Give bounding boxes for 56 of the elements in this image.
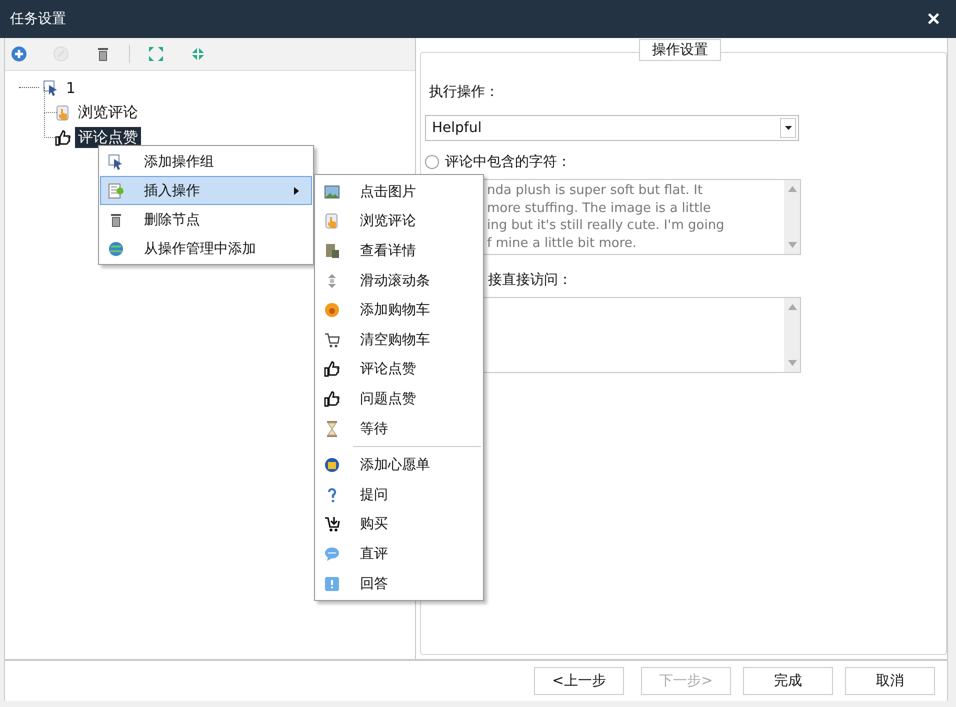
- thumbs-up-icon: [324, 361, 340, 378]
- radio-label: 接直接访问：: [488, 271, 572, 289]
- cart-icon: [324, 332, 340, 348]
- scroll-bar[interactable]: [784, 298, 800, 372]
- hand-icon: [324, 213, 340, 230]
- menu-item[interactable]: 插入操作: [100, 176, 312, 205]
- menu-item[interactable]: 评论点赞: [316, 354, 482, 384]
- document-icon: [324, 242, 340, 259]
- answer-icon: [324, 576, 340, 592]
- menu-item[interactable]: 从操作管理中添加: [100, 234, 312, 263]
- submenu-arrow-icon: [294, 186, 299, 194]
- menu-item[interactable]: 提问: [316, 480, 482, 510]
- menu-item[interactable]: 购买: [316, 510, 482, 540]
- globe-icon: [108, 240, 124, 256]
- menu-item[interactable]: 删除节点: [100, 205, 312, 234]
- thumbs-up-icon: [324, 390, 340, 407]
- tree-node[interactable]: 评论点赞: [75, 127, 141, 148]
- trash-icon[interactable]: [95, 46, 111, 62]
- pointer-icon: [43, 80, 59, 96]
- trash-icon: [108, 212, 124, 228]
- menu-item[interactable]: 清空购物车: [316, 324, 482, 355]
- menu-item[interactable]: 滑动滚动条: [316, 266, 482, 296]
- menu-item[interactable]: 添加购物车: [316, 295, 482, 325]
- wizard-button[interactable]: <上一步: [534, 667, 624, 695]
- text-area-content: nda plush is super soft but flat. It more stuffing. The image is a little ing but it's still really cute. I'm going f mine a little bit more.: [486, 182, 726, 252]
- menu-item[interactable]: 直评: [316, 539, 482, 569]
- expand-icon[interactable]: [148, 46, 164, 62]
- menu-item[interactable]: 添加心愿单: [316, 450, 482, 480]
- tree-node[interactable]: 1: [63, 78, 79, 98]
- hand-icon: [55, 104, 71, 120]
- menu-item[interactable]: 添加操作组: [100, 147, 312, 176]
- wizard-button[interactable]: 取消: [845, 667, 935, 695]
- field-label: 执行操作：: [428, 83, 500, 102]
- action-dropdown[interactable]: Helpful: [425, 115, 799, 141]
- close-button[interactable]: ×: [923, 8, 944, 30]
- group-title: 操作设置: [639, 39, 721, 61]
- menu-item[interactable]: 问题点赞: [316, 384, 482, 414]
- wishlist-icon: [324, 457, 340, 474]
- collapse-icon[interactable]: [190, 46, 206, 62]
- insert-icon: [108, 182, 124, 198]
- ball-icon: [324, 302, 340, 318]
- tree-node[interactable]: 浏览评论: [75, 102, 141, 123]
- radio-label: 评论中包含的字符：: [445, 153, 571, 171]
- add-icon[interactable]: [11, 46, 27, 62]
- pointer-icon: [108, 154, 124, 170]
- window-title: 任务设置: [10, 10, 66, 28]
- thumbs-up-icon: [55, 130, 71, 146]
- speech-bubble-icon: [324, 546, 340, 562]
- wizard-button[interactable]: 完成: [743, 667, 833, 695]
- scroll-bar[interactable]: [784, 180, 800, 254]
- hourglass-icon: [324, 420, 340, 437]
- radio-button[interactable]: [425, 155, 439, 169]
- menu-item[interactable]: 回答: [316, 568, 482, 598]
- image-icon: [324, 184, 340, 200]
- menu-item[interactable]: 等待: [316, 414, 482, 444]
- cart-icon: [324, 516, 340, 532]
